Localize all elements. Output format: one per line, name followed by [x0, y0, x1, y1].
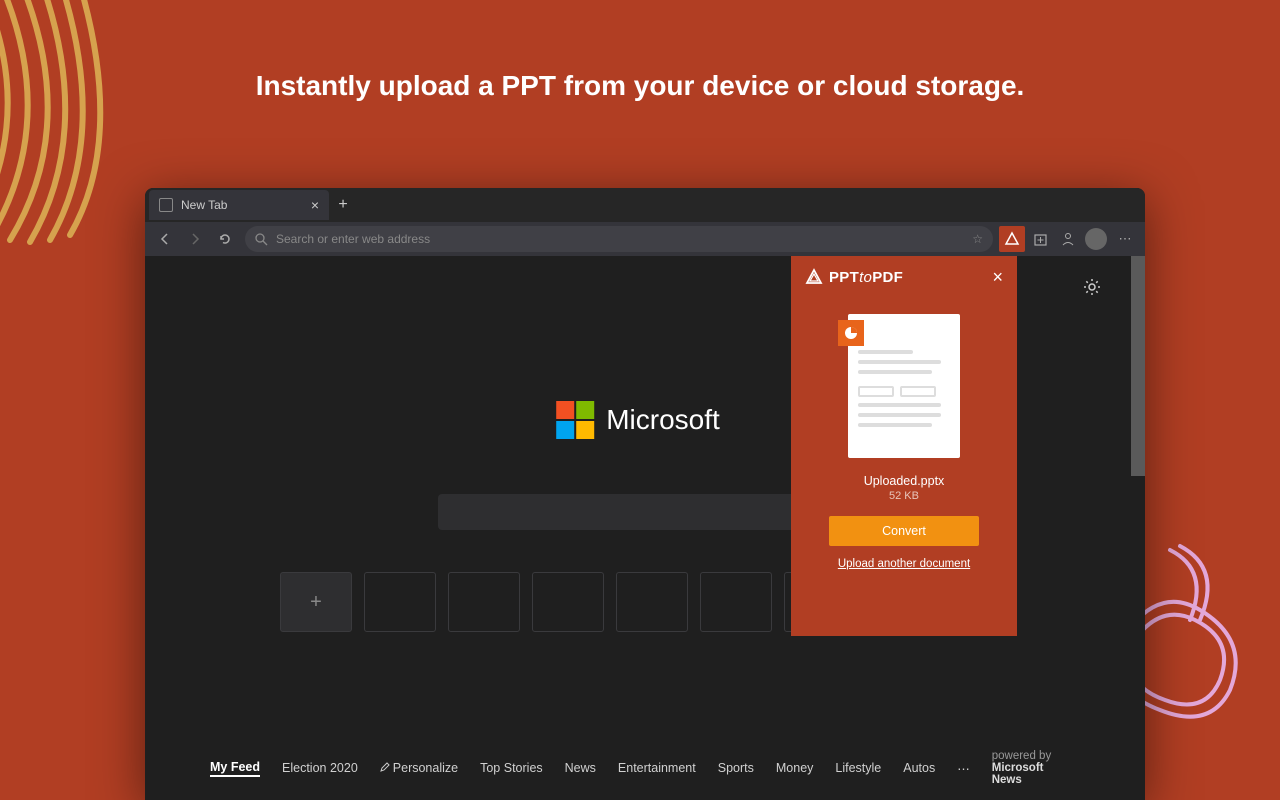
microsoft-logo: Microsoft [556, 401, 720, 439]
collection-icon [1033, 232, 1048, 247]
browser-tab[interactable]: New Tab × [149, 190, 329, 220]
quick-tile[interactable] [448, 572, 520, 632]
refresh-button[interactable] [211, 225, 239, 253]
browser-window: New Tab × + Search or enter web address … [145, 188, 1145, 800]
nav-sports[interactable]: Sports [718, 761, 754, 775]
add-tile-button[interactable]: + [280, 572, 352, 632]
new-tab-button[interactable]: + [329, 191, 357, 219]
ppttopdf-extension-icon[interactable] [999, 226, 1025, 252]
upload-another-link[interactable]: Upload another document [838, 558, 970, 570]
powered-by: powered by Microsoft News [992, 750, 1066, 786]
tab-favicon [159, 198, 173, 212]
search-icon [255, 233, 268, 246]
refresh-icon [218, 232, 232, 246]
search-input[interactable] [438, 494, 838, 530]
triangle-logo-icon [805, 268, 823, 286]
powerpoint-badge-icon [838, 320, 864, 346]
settings-button[interactable] [1083, 278, 1101, 301]
back-button[interactable] [151, 225, 179, 253]
nav-election[interactable]: Election 2020 [282, 761, 358, 775]
pencil-icon [380, 762, 390, 772]
document-preview [848, 314, 960, 458]
arrow-right-icon [188, 232, 202, 246]
extension-body: Uploaded.pptx 52 KB Convert Upload anoth… [791, 298, 1017, 636]
quick-tile[interactable] [700, 572, 772, 632]
user-avatar[interactable] [1083, 226, 1109, 252]
extension-brand: PPTtoPDF [829, 269, 903, 286]
quick-links: + [280, 572, 856, 632]
person-icon [1060, 231, 1076, 247]
tab-close-icon[interactable]: × [311, 197, 319, 213]
nav-personalize[interactable]: Personalize [380, 761, 458, 775]
nav-autos[interactable]: Autos [903, 761, 935, 775]
file-name: Uploaded.pptx [864, 474, 945, 488]
nav-more[interactable]: ⋯ [957, 761, 970, 776]
forward-button[interactable] [181, 225, 209, 253]
scrollbar[interactable] [1131, 256, 1145, 476]
page-content: Microsoft + My Feed Election 2020 Person… [145, 256, 1131, 800]
nav-news[interactable]: News [565, 761, 596, 775]
convert-button[interactable]: Convert [829, 516, 979, 546]
tab-title: New Tab [181, 198, 227, 212]
collections-icon[interactable] [1027, 226, 1053, 252]
quick-tile[interactable] [364, 572, 436, 632]
document-lines [858, 350, 950, 427]
extension-logo: PPTtoPDF [805, 268, 903, 286]
nav-topstories[interactable]: Top Stories [480, 761, 543, 775]
nav-myfeed[interactable]: My Feed [210, 760, 260, 777]
feed-nav: My Feed Election 2020 Personalize Top St… [210, 750, 1066, 786]
nav-lifestyle[interactable]: Lifestyle [835, 761, 881, 775]
more-button[interactable]: ⋯ [1111, 225, 1139, 253]
address-bar[interactable]: Search or enter web address ☆ [245, 226, 993, 252]
microsoft-wordmark: Microsoft [606, 404, 720, 436]
gear-icon [1083, 278, 1101, 296]
extension-header: PPTtoPDF × [791, 256, 1017, 298]
arrow-left-icon [158, 232, 172, 246]
quick-tile[interactable] [532, 572, 604, 632]
nav-entertainment[interactable]: Entertainment [618, 761, 696, 775]
microsoft-squares-icon [556, 401, 594, 439]
extension-popup: PPTtoPDF × [791, 256, 1017, 636]
profile-icon[interactable] [1055, 226, 1081, 252]
nav-money[interactable]: Money [776, 761, 814, 775]
tab-bar: New Tab × + [145, 188, 1145, 222]
close-button[interactable]: × [992, 267, 1003, 288]
headline: Instantly upload a PPT from your device … [256, 70, 1025, 102]
address-placeholder: Search or enter web address [276, 232, 430, 246]
avatar-icon [1085, 228, 1107, 250]
quick-tile[interactable] [616, 572, 688, 632]
file-size: 52 KB [889, 490, 919, 502]
browser-toolbar: Search or enter web address ☆ ⋯ [145, 222, 1145, 256]
favorite-icon[interactable]: ☆ [972, 232, 983, 246]
triangle-icon [1004, 231, 1020, 247]
